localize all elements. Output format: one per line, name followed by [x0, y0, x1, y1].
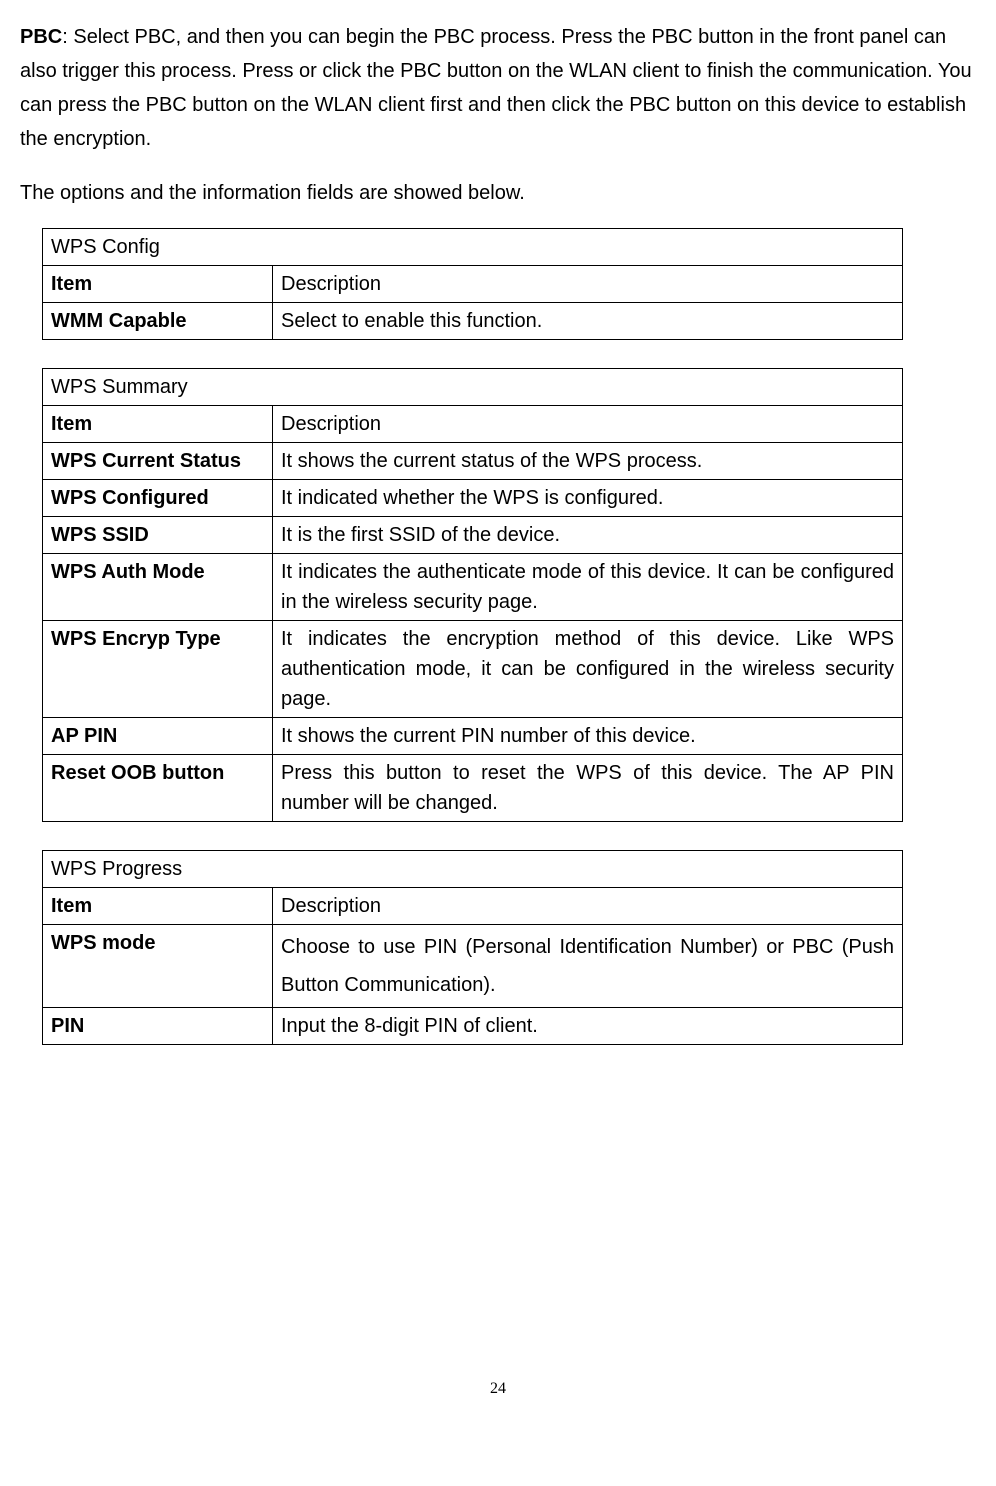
table-row: PIN Input the 8-digit PIN of client. — [43, 1008, 903, 1045]
wps-summary-title: WPS Summary — [43, 369, 903, 406]
wps-progress-row-1-desc: Input the 8-digit PIN of client. — [273, 1008, 903, 1045]
table-row: WPS Auth Mode It indicates the authentic… — [43, 554, 903, 621]
wps-summary-row-2-item: WPS SSID — [43, 517, 273, 554]
wps-summary-row-3-item: WPS Auth Mode — [43, 554, 273, 621]
wps-config-header-item: Item — [43, 266, 273, 303]
wps-summary-header-item: Item — [43, 406, 273, 443]
wps-summary-row-4-desc: It indicates the encryption method of th… — [273, 621, 903, 718]
pbc-bold: PBC — [20, 26, 62, 48]
wps-summary-row-1-desc: It indicated whether the WPS is configur… — [273, 480, 903, 517]
table-row: WPS Configured It indicated whether the … — [43, 480, 903, 517]
table-row: Item Description — [43, 888, 903, 925]
wps-progress-title: WPS Progress — [43, 851, 903, 888]
wps-summary-row-0-desc: It shows the current status of the WPS p… — [273, 443, 903, 480]
table-row: AP PIN It shows the current PIN number o… — [43, 718, 903, 755]
wps-summary-row-1-item: WPS Configured — [43, 480, 273, 517]
pbc-rest: : Select PBC, and then you can begin the… — [20, 26, 972, 150]
wps-summary-header-desc: Description — [273, 406, 903, 443]
table-row: Reset OOB button Press this button to re… — [43, 755, 903, 822]
wps-progress-header-item: Item — [43, 888, 273, 925]
wps-progress-row-0-item: WPS mode — [43, 925, 273, 1008]
pbc-paragraph: PBC: Select PBC, and then you can begin … — [20, 20, 976, 156]
wps-summary-row-4-item: WPS Encryp Type — [43, 621, 273, 718]
wps-progress-table: WPS Progress Item Description WPS mode C… — [42, 850, 903, 1045]
table-row: WPS Summary — [43, 369, 903, 406]
wps-progress-row-1-item: PIN — [43, 1008, 273, 1045]
wps-summary-row-2-desc: It is the first SSID of the device. — [273, 517, 903, 554]
table-row: WPS Progress — [43, 851, 903, 888]
wps-config-table: WPS Config Item Description WMM Capable … — [42, 228, 903, 340]
wps-summary-row-0-item: WPS Current Status — [43, 443, 273, 480]
table-row: Item Description — [43, 266, 903, 303]
table-row: Item Description — [43, 406, 903, 443]
wps-summary-row-6-desc: Press this button to reset the WPS of th… — [273, 755, 903, 822]
wps-progress-header-desc: Description — [273, 888, 903, 925]
wps-summary-row-3-desc: It indicates the authenticate mode of th… — [273, 554, 903, 621]
wps-summary-row-6-item: Reset OOB button — [43, 755, 273, 822]
table-row: WPS Encryp Type It indicates the encrypt… — [43, 621, 903, 718]
wps-progress-row-0-desc: Choose to use PIN (Personal Identificati… — [273, 925, 903, 1008]
options-line: The options and the information fields a… — [20, 176, 976, 210]
wps-config-row-0-desc: Select to enable this function. — [273, 303, 903, 340]
table-row: WPS Current Status It shows the current … — [43, 443, 903, 480]
wps-summary-row-5-desc: It shows the current PIN number of this … — [273, 718, 903, 755]
wps-config-header-desc: Description — [273, 266, 903, 303]
wps-config-title: WPS Config — [43, 229, 903, 266]
table-row: WMM Capable Select to enable this functi… — [43, 303, 903, 340]
wps-summary-row-5-item: AP PIN — [43, 718, 273, 755]
wps-config-row-0-item: WMM Capable — [43, 303, 273, 340]
table-row: WPS mode Choose to use PIN (Personal Ide… — [43, 925, 903, 1008]
wps-summary-table: WPS Summary Item Description WPS Current… — [42, 368, 903, 822]
page-number: 24 — [20, 1375, 976, 1402]
table-row: WPS SSID It is the first SSID of the dev… — [43, 517, 903, 554]
table-row: WPS Config — [43, 229, 903, 266]
